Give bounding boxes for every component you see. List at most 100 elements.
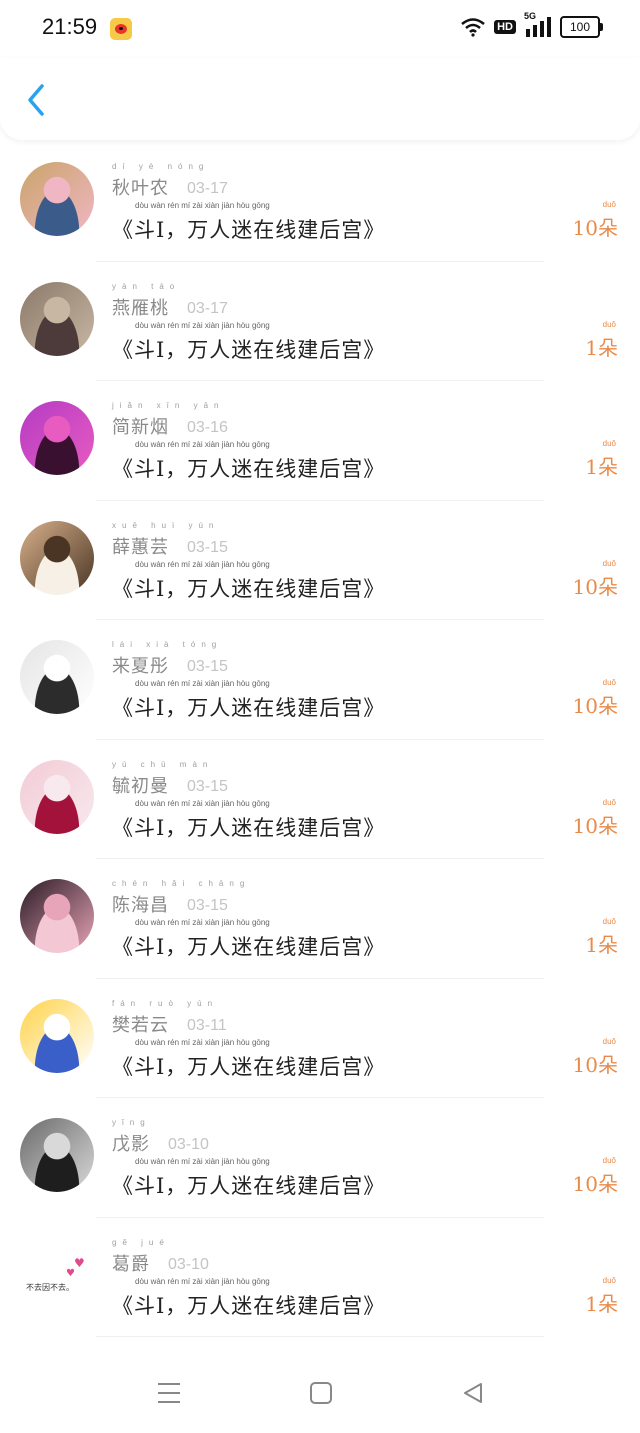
back-button[interactable]: [16, 78, 56, 122]
gift-amount: 1朵: [585, 455, 618, 479]
book-title: 《斗I，万人迷在线建后宫》: [112, 1293, 386, 1318]
record-date: 03-17: [187, 180, 228, 197]
sender-name: 来夏彤: [112, 656, 169, 677]
battery-indicator: 100: [560, 16, 603, 38]
gift-amount-pinyin: duǒ: [602, 200, 616, 209]
book-title-pinyin: dòu wàn rén mí zài xiàn jiàn hòu gōng: [135, 918, 270, 927]
book-title-pinyin: dòu wàn rén mí zài xiàn jiàn hòu gōng: [135, 798, 270, 808]
list-item[interactable]: dí yè nóng 秋叶农 03-17 dòu wàn rén mí zài xià…: [0, 142, 640, 262]
book-title-pinyin: dòu wàn rén mí zài xiàn jiàn hòu gōng: [135, 320, 270, 330]
sender-name-wrap: yàn táo 燕雁桃: [112, 282, 174, 320]
avatar[interactable]: [20, 998, 94, 1073]
sender-name-wrap: dí yè nóng 秋叶农: [112, 162, 203, 200]
book-title-pinyin: dòu wàn rén mí zài xiàn jiàn hòu gōng: [135, 1276, 270, 1286]
sender-name-pinyin: yù chū màn: [112, 759, 214, 769]
book-title: 《斗I，万人迷在线建后宫》: [112, 1174, 386, 1198]
list-item[interactable]: yàn táo 燕雁桃 03-17 dòu wàn rén mí zài xiàn j…: [0, 262, 640, 381]
sender-name: 樊若云: [112, 1014, 169, 1036]
list-item[interactable]: yù chū màn 毓初曼 03-15 dòu wàn rén mí zài xià…: [0, 740, 640, 859]
status-bar: 21:59 HD 5G 100: [0, 0, 640, 58]
book-title-pinyin: dòu wàn rén mí zài xiàn jiàn hòu gōng: [135, 559, 270, 569]
gift-amount-pinyin: duǒ: [602, 1275, 616, 1285]
list-item[interactable]: yǐng 戊影 03-10 dòu wàn rén mí zài xiàn jiàn …: [0, 1098, 640, 1218]
avatar[interactable]: 不去因不去。 ♥ ♥: [20, 1237, 94, 1312]
avatar[interactable]: [20, 759, 94, 834]
record-meta: jiǎn xīn yān 简新烟 03-16: [112, 401, 228, 439]
list-item[interactable]: jiǎn xīn yān 简新烟 03-16 dòu wàn rén mí zài x…: [0, 381, 640, 501]
sender-name: 毓初曼: [112, 775, 169, 797]
list-item[interactable]: fán ruò yún 樊若云 03-11 dòu wàn rén mí zài xi…: [0, 979, 640, 1098]
sender-name: 秋叶农: [112, 178, 169, 199]
book-title-pinyin: dòu wàn rén mí zài xiàn jiàn hòu gōng: [135, 1037, 270, 1047]
gift-amount: 10朵: [572, 1052, 618, 1077]
record-date: 03-10: [168, 1255, 209, 1273]
book-title: 《斗I，万人迷在线建后宫》: [112, 1054, 386, 1079]
triangle-back-icon: [464, 1383, 482, 1403]
system-nav-bar: [0, 1350, 640, 1433]
home-square-icon: [310, 1382, 332, 1404]
gift-amount-pinyin: duǒ: [602, 1036, 616, 1046]
sender-name-wrap: xuē huì yún 薛蕙芸: [112, 521, 213, 559]
weibo-notification-icon: [110, 18, 132, 40]
home-button[interactable]: [306, 1378, 336, 1408]
gift-amount: 1朵: [585, 1291, 618, 1316]
gift-amount: 10朵: [572, 694, 618, 718]
record-meta: yǐng 戊影 03-10: [112, 1118, 209, 1156]
gift-amount-pinyin: duǒ: [602, 678, 616, 687]
avatar[interactable]: [20, 640, 94, 714]
status-time: 21:59: [42, 14, 98, 39]
sender-name-wrap: lái xià tóng 来夏彤: [112, 640, 216, 678]
book-title: 《斗I，万人迷在线建后宫》: [112, 337, 386, 362]
list-item[interactable]: xuē huì yún 薛蕙芸 03-15 dòu wàn rén mí zài xi…: [0, 501, 640, 620]
signal-icon: 5G: [524, 11, 552, 37]
record-date: 03-15: [187, 897, 228, 914]
sender-name-pinyin: dí yè nóng: [112, 162, 210, 171]
avatar[interactable]: [20, 401, 94, 475]
network-label: 5G: [524, 11, 537, 21]
sender-name: 陈海昌: [112, 895, 169, 916]
record-date: 03-17: [187, 299, 228, 317]
avatar[interactable]: [20, 1118, 94, 1192]
list-item[interactable]: lái xià tóng 来夏彤 03-15 dòu wàn rén mí zài x…: [0, 620, 640, 740]
gift-amount: 1朵: [585, 933, 618, 957]
gift-amount: 10朵: [572, 813, 618, 838]
system-back-button[interactable]: [458, 1378, 488, 1408]
book-title-pinyin: dòu wàn rén mí zài xiàn jiàn hòu gōng: [135, 440, 270, 449]
sender-name-pinyin: fán ruò yún: [112, 998, 219, 1008]
gift-amount: 10朵: [572, 1172, 618, 1196]
sender-name: 燕雁桃: [112, 297, 169, 319]
record-meta: fán ruò yún 樊若云 03-11: [112, 999, 227, 1037]
gift-amount-pinyin: duǒ: [602, 1156, 616, 1165]
sender-name-pinyin: xuē huì yún: [112, 520, 220, 530]
avatar[interactable]: [20, 879, 94, 953]
sender-name-wrap: yǐng 戊影: [112, 1118, 150, 1156]
book-title: 《斗I，万人迷在线建后宫》: [112, 815, 386, 840]
record-date: 03-10: [168, 1136, 209, 1153]
record-meta: dí yè nóng 秋叶农 03-17: [112, 162, 228, 200]
sender-name: 薛蕙芸: [112, 536, 169, 558]
avatar[interactable]: [20, 162, 94, 236]
avatar[interactable]: [20, 281, 94, 356]
record-date: 03-11: [187, 1016, 227, 1034]
gift-record-list: dí yè nóng 秋叶农 03-17 dòu wàn rén mí zài xià…: [0, 142, 640, 1337]
book-title: 《斗I，万人迷在线建后宫》: [112, 457, 386, 481]
sender-name-pinyin: yǐng: [112, 1118, 151, 1127]
avatar[interactable]: [20, 520, 94, 595]
gift-amount: 10朵: [572, 574, 618, 599]
sender-name: 葛爵: [112, 1253, 150, 1275]
hd-badge: HD: [494, 20, 516, 34]
sender-name-wrap: yù chū màn 毓初曼: [112, 760, 207, 798]
sender-name: 戊影: [112, 1134, 150, 1155]
book-title: 《斗I，万人迷在线建后宫》: [112, 576, 386, 601]
gift-amount-pinyin: duǒ: [602, 558, 616, 568]
gift-amount-pinyin: duǒ: [602, 917, 616, 926]
divider: [96, 1336, 544, 1337]
gift-amount-pinyin: duǒ: [602, 439, 616, 448]
sender-name-wrap: gě jué 葛爵: [112, 1238, 164, 1276]
list-item[interactable]: 不去因不去。 ♥ ♥ gě jué 葛爵 03-10 dòu wàn rén mí zài …: [0, 1218, 640, 1337]
menu-button[interactable]: [154, 1378, 184, 1408]
record-meta: yàn táo 燕雁桃 03-17: [112, 282, 228, 320]
record-date: 03-15: [187, 658, 228, 675]
sender-name-wrap: fán ruò yún 樊若云: [112, 999, 212, 1037]
list-item[interactable]: chén hǎi chāng 陈海昌 03-15 dòu wàn rén mí zài…: [0, 859, 640, 979]
